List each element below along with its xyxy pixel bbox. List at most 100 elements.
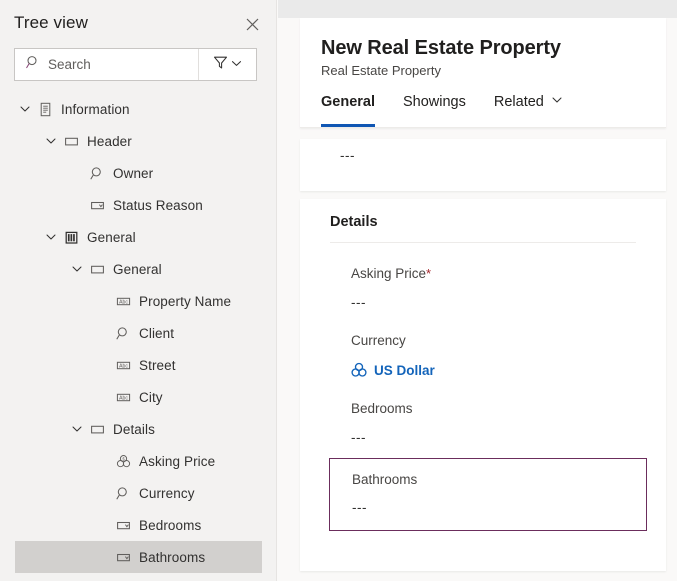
svg-text:Abc: Abc	[119, 299, 128, 305]
record-title: New Real Estate Property	[300, 37, 666, 60]
record-content-area: New Real Estate Property Real Estate Pro…	[278, 0, 677, 581]
field-currency[interactable]: Currency US Dollar	[300, 333, 666, 378]
optionset-icon	[113, 547, 133, 567]
chevron-down-icon[interactable]	[15, 99, 35, 119]
chevron-down-icon[interactable]	[67, 419, 87, 439]
record-subtitle: Real Estate Property	[300, 63, 666, 78]
tab-showings[interactable]: Showings	[403, 94, 480, 127]
tree-item-label: Information	[61, 102, 130, 117]
tab-related[interactable]: Related	[494, 94, 577, 127]
search-row: Search	[14, 48, 257, 81]
tab-label: Related	[494, 94, 544, 110]
tree-indent-spacer	[93, 355, 113, 375]
partial-card: ---	[300, 139, 666, 191]
field-asking-price[interactable]: Asking Price* ---	[300, 266, 666, 310]
tree-item-city[interactable]: Abc City	[15, 381, 262, 413]
tree-item-status-reason[interactable]: Status Reason	[15, 189, 262, 221]
app-root: Tree view Search	[0, 0, 677, 581]
tree-item-label: Currency	[139, 486, 195, 501]
chevron-down-icon[interactable]	[551, 94, 563, 106]
field-label-text: Currency	[351, 333, 406, 348]
tab-label: Showings	[403, 94, 466, 110]
tree-item-label: General	[87, 230, 136, 245]
lookup-icon	[113, 323, 133, 343]
tree-item-client[interactable]: Client	[15, 317, 262, 349]
tree-item-owner[interactable]: Owner	[15, 157, 262, 189]
tree-item-label: Status Reason	[113, 198, 203, 213]
tree-item-information[interactable]: Information	[15, 93, 262, 125]
tree-item-currency[interactable]: Currency	[15, 477, 262, 509]
svg-text:Abc: Abc	[119, 363, 128, 369]
filter-button[interactable]	[199, 49, 256, 80]
tree-item-bedrooms[interactable]: Bedrooms	[15, 509, 262, 541]
optionset-icon	[113, 515, 133, 535]
filter-icon	[213, 55, 228, 75]
section-icon	[87, 419, 107, 439]
tree-indent-spacer	[93, 547, 113, 567]
tree-item-street[interactable]: Abc Street	[15, 349, 262, 381]
tree-item-asking-price[interactable]: $Asking Price	[15, 445, 262, 477]
field-label-text: Bedrooms	[351, 401, 413, 416]
tree-indent-spacer	[93, 515, 113, 535]
tab-general[interactable]: General	[321, 94, 375, 127]
tree-indent-spacer	[67, 195, 87, 215]
record-header: New Real Estate Property Real Estate Pro…	[300, 18, 666, 128]
field-value-text: ---	[351, 295, 366, 310]
chevron-down-icon[interactable]	[67, 259, 87, 279]
partial-card-value[interactable]: ---	[300, 139, 666, 163]
field-label: Bathrooms	[352, 472, 646, 487]
tree-list: Information Header Owner Status Reason Gener…	[0, 93, 277, 573]
tree-item-property-name[interactable]: Abc Property Name	[15, 285, 262, 317]
search-icon	[26, 55, 40, 74]
tree-item-details[interactable]: Details	[15, 413, 262, 445]
search-placeholder: Search	[48, 57, 91, 72]
details-fields: Asking Price* --- Currency US Dollar Bedroom…	[300, 266, 666, 531]
field-label: Asking Price*	[351, 266, 666, 281]
tree-item-label: Client	[139, 326, 174, 341]
details-card-title: Details	[300, 199, 666, 230]
tree-item-label: Bathrooms	[139, 550, 205, 565]
field-bathrooms[interactable]: Bathrooms ---	[329, 458, 647, 531]
field-label: Currency	[351, 333, 666, 348]
tree-item-label: Property Name	[139, 294, 231, 309]
field-value[interactable]: ---	[351, 430, 666, 445]
svg-text:Abc: Abc	[119, 395, 128, 401]
required-asterisk-icon: *	[426, 266, 431, 281]
chevron-down-icon[interactable]	[41, 227, 61, 247]
field-value[interactable]: ---	[352, 500, 646, 515]
currency-icon: $	[113, 451, 133, 471]
tree-indent-spacer	[93, 323, 113, 343]
field-label-text: Asking Price	[351, 266, 426, 281]
tree-indent-spacer	[93, 387, 113, 407]
field-label: Bedrooms	[351, 401, 666, 416]
optionset-icon	[87, 195, 107, 215]
tree-item-label: General	[113, 262, 162, 277]
tree-item-label: Owner	[113, 166, 153, 181]
tab-label: General	[321, 94, 375, 110]
tree-item-general[interactable]: General	[15, 253, 262, 285]
field-value-text: US Dollar	[374, 363, 435, 378]
tree-item-label: Header	[87, 134, 132, 149]
tree-item-label: City	[139, 390, 163, 405]
field-value[interactable]: US Dollar	[351, 362, 666, 378]
search-input[interactable]: Search	[15, 49, 199, 80]
field-label-text: Bathrooms	[352, 472, 417, 487]
lookup-icon	[113, 483, 133, 503]
tree-item-label: Bedrooms	[139, 518, 201, 533]
details-card: Details Asking Price* --- Currency US Dolla…	[300, 199, 666, 571]
tree-item-label: Street	[139, 358, 176, 373]
tab-columns-icon	[61, 227, 81, 247]
details-card-divider	[330, 242, 636, 243]
tree-indent-spacer	[93, 291, 113, 311]
chevron-down-icon	[231, 56, 242, 74]
form-page-icon	[35, 99, 55, 119]
field-value-text: ---	[352, 500, 367, 515]
tree-item-header[interactable]: Header	[15, 125, 262, 157]
close-icon[interactable]	[238, 10, 266, 38]
field-value[interactable]: ---	[351, 295, 666, 310]
tree-item-general[interactable]: General	[15, 221, 262, 253]
tree-item-bathrooms[interactable]: Bathrooms	[15, 541, 262, 573]
chevron-down-icon[interactable]	[41, 131, 61, 151]
field-bedrooms[interactable]: Bedrooms ---	[300, 401, 666, 445]
text-abc-icon: Abc	[113, 355, 133, 375]
